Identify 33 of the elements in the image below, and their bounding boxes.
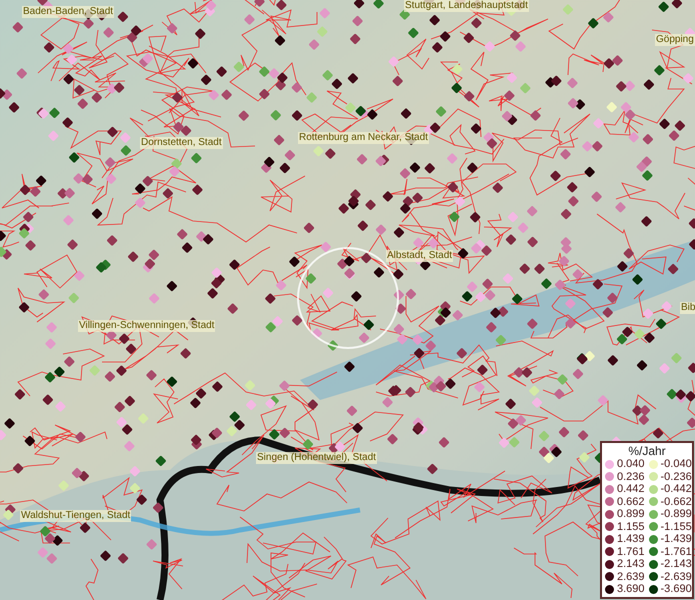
legend-value: -2.143 [660, 558, 692, 570]
legend-value: -2.639 [660, 570, 692, 583]
legend-value: -1.155 [660, 520, 692, 533]
legend-value: -0.662 [660, 496, 692, 508]
place-label: Baden-Baden, Stadt [22, 6, 114, 18]
legend-value: 1.761 [617, 546, 645, 558]
place-label: Albstadt, Stadt [386, 250, 454, 262]
legend-value: 2.143 [617, 558, 645, 570]
legend-value: 0.662 [617, 496, 645, 508]
legend-value: -0.040 [660, 458, 692, 470]
legend-value: 0.442 [617, 483, 645, 496]
legend-value: -0.442 [660, 483, 692, 496]
place-label: Villingen-Schwenningen, Stadt [78, 320, 216, 332]
legend-value: 3.690 [617, 583, 645, 596]
legend-value: -0.236 [660, 470, 692, 483]
legend-value: 1.155 [617, 520, 645, 533]
legend-value: 1.439 [617, 533, 645, 546]
legend-value: 0.236 [617, 470, 645, 483]
place-label: Bib [680, 302, 695, 314]
legend-value: 0.040 [617, 458, 645, 470]
legend-value: -1.439 [660, 533, 692, 546]
legend-value: 2.639 [617, 570, 645, 583]
place-label: Stuttgart, Landeshauptstadt [404, 0, 529, 12]
place-label: Singen (Hohentwiel), Stadt [256, 452, 377, 464]
legend-value: -3.690 [660, 583, 692, 596]
place-label: Göpping [655, 34, 695, 46]
legend-value: -0.899 [660, 508, 692, 520]
place-label: Rottenburg am Neckar, Stadt [298, 132, 429, 144]
place-label: Dornstetten, Stadt [140, 137, 223, 149]
legend-value: 0.899 [617, 508, 645, 520]
legend-value: -1.761 [660, 546, 692, 558]
legend-title: %/Jahr [627, 444, 667, 458]
place-label: Waldshut-Tiengen, Stadt [20, 510, 132, 522]
